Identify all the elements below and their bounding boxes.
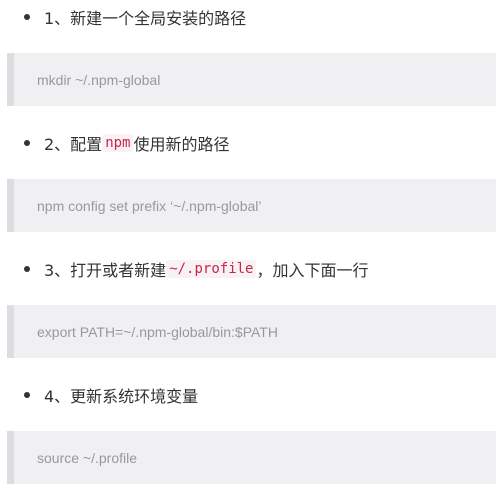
step-text: 使用新的路径 (133, 135, 230, 154)
inline-code: npm (102, 134, 134, 152)
inline-code: ~/.profile (166, 260, 257, 278)
code-block: mkdir ~/.npm-global (7, 53, 496, 106)
code-block: source ~/.profile (7, 431, 496, 484)
step-1: 1、新建一个全局安装的路径 (0, 4, 246, 30)
step-text: 2、配置 (44, 135, 103, 154)
step-text: 3、打开或者新建 (44, 261, 167, 280)
step-2: 2、配置 npm 使用新的路径 (0, 130, 230, 156)
step-text: ，加入下面一行 (256, 261, 369, 280)
bullet-icon (24, 266, 30, 272)
bullet-icon (24, 140, 30, 146)
step-text: 4、更新系统环境变量 (44, 387, 199, 406)
step-text: 1、新建一个全局安装的路径 (44, 9, 247, 28)
code-block: npm config set prefix ‘~/.npm-global’ (7, 179, 496, 232)
step-3: 3、打开或者新建 ~/.profile ，加入下面一行 (0, 256, 369, 282)
step-4: 4、更新系统环境变量 (0, 382, 198, 408)
bullet-icon (24, 14, 30, 20)
bullet-icon (24, 392, 30, 398)
code-block: export PATH=~/.npm-global/bin:$PATH (7, 305, 496, 358)
